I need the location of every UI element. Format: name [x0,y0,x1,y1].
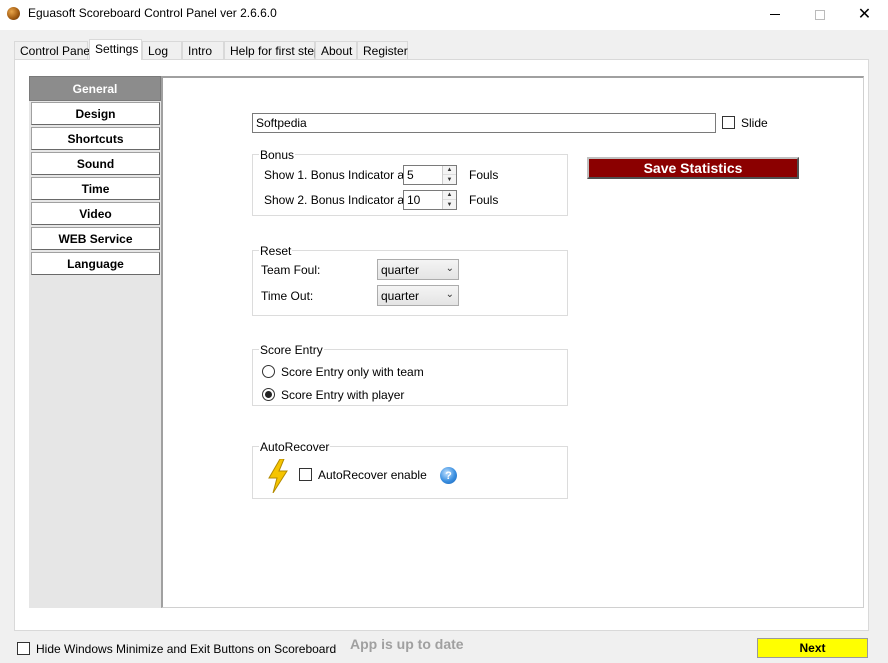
nav-general[interactable]: General [29,76,161,101]
help-icon[interactable]: ? [440,467,457,484]
team-foul-select[interactable]: quarter ⌄ [377,259,459,280]
hide-buttons-label: Hide Windows Minimize and Exit Buttons o… [36,642,337,656]
nav-time[interactable]: Time [31,177,160,200]
tab-help-first-step[interactable]: Help for first step [224,41,321,59]
bonus2-label: Show 2. Bonus Indicator at [264,193,408,207]
tab-settings[interactable]: Settings [89,39,142,60]
maximize-icon [814,9,825,20]
score-entry-player-radio[interactable] [262,388,275,401]
tab-about[interactable]: About [315,41,357,59]
time-out-select[interactable]: quarter ⌄ [377,285,459,306]
slide-checkbox[interactable] [722,116,735,129]
next-button[interactable]: Next [757,638,868,658]
app-icon [7,7,20,20]
score-entry-group-title: Score Entry [259,343,324,357]
bonus2-stepper[interactable]: 10 ▲ ▼ [403,190,457,210]
score-entry-player-label: Score Entry with player [281,388,405,402]
nav-web-service[interactable]: WEB Service [31,227,160,250]
team-foul-label: Team Foul: [261,263,321,277]
chevron-down-icon: ⌄ [445,289,454,300]
score-entry-team-label: Score Entry only with team [281,365,424,379]
autorecover-group-title: AutoRecover [259,440,331,454]
nav-sound[interactable]: Sound [31,152,160,175]
bonus2-spin-buttons: ▲ ▼ [442,191,456,209]
bonus2-unit: Fouls [469,193,499,207]
lightning-bolt-icon [268,459,288,493]
close-button[interactable]: ✕ [842,0,887,29]
bonus1-up-icon[interactable]: ▲ [443,166,456,175]
maximize-button [797,0,842,29]
bonus1-label: Show 1. Bonus Indicator at [264,168,408,182]
bonus2-up-icon[interactable]: ▲ [443,191,456,200]
update-status-text: App is up to date [350,636,464,652]
bonus1-value: 5 [407,168,414,182]
bonus1-down-icon[interactable]: ▼ [443,175,456,184]
save-statistics-button[interactable]: Save Statistics [587,157,799,179]
nav-design[interactable]: Design [31,102,160,125]
autorecover-label: AutoRecover enable [318,468,427,482]
reset-group-title: Reset [259,244,293,258]
minimize-icon [769,14,780,15]
bonus1-spin-buttons: ▲ ▼ [442,166,456,184]
autorecover-checkbox[interactable] [299,468,312,481]
time-out-label: Time Out: [261,289,314,303]
bonus2-value: 10 [407,193,421,207]
tab-register[interactable]: Register [357,41,408,59]
close-icon: ✕ [857,5,872,23]
hide-buttons-checkbox[interactable] [17,642,30,655]
team-foul-value: quarter [381,263,420,277]
window-title: Eguasoft Scoreboard Control Panel ver 2.… [28,6,277,20]
tab-log[interactable]: Log [142,41,182,59]
title-bar: Eguasoft Scoreboard Control Panel ver 2.… [0,0,888,30]
time-out-value: quarter [381,289,420,303]
nav-language[interactable]: Language [31,252,160,275]
nav-shortcuts[interactable]: Shortcuts [31,127,160,150]
bonus1-unit: Fouls [469,168,499,182]
minimize-button[interactable] [752,0,797,29]
slide-label: Slide [741,116,768,130]
scoreboard-name-input[interactable] [252,113,716,133]
tab-intro[interactable]: Intro [182,41,224,59]
bonus1-stepper[interactable]: 5 ▲ ▼ [403,165,457,185]
bonus-group-title: Bonus [259,148,296,162]
bonus2-down-icon[interactable]: ▼ [443,200,456,209]
score-entry-team-radio[interactable] [262,365,275,378]
chevron-down-icon: ⌄ [445,263,454,274]
tab-control-panel[interactable]: Control Panel [14,41,93,59]
nav-video[interactable]: Video [31,202,160,225]
